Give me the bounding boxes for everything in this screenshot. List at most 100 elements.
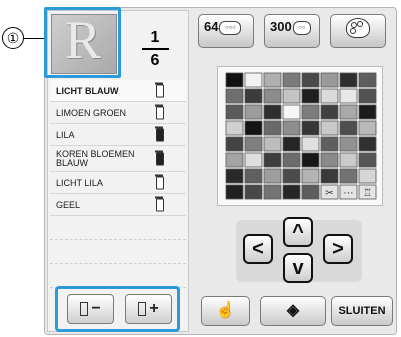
color-cell[interactable] <box>263 168 282 184</box>
color-cell[interactable] <box>282 168 301 184</box>
color-cell[interactable] <box>320 88 339 104</box>
color-cell[interactable] <box>358 168 377 184</box>
color-cell[interactable] <box>225 88 244 104</box>
color-cell[interactable] <box>244 184 263 200</box>
arrow-down-button[interactable]: v <box>283 253 313 283</box>
page-total: 6 <box>150 52 160 69</box>
color-cell[interactable] <box>282 72 301 88</box>
spool-icon <box>80 301 89 316</box>
palette-64-button[interactable]: 64 ○○○ <box>198 14 254 48</box>
list-item[interactable]: LICHT BLAUW <box>50 80 186 102</box>
spool-plus-button[interactable]: + <box>125 294 172 324</box>
thread-name: LIMOEN GROEN <box>56 107 127 118</box>
close-button[interactable]: SLUITEN <box>331 296 393 326</box>
spool-row-icon: ○○ <box>292 20 311 35</box>
color-cell[interactable] <box>282 184 301 200</box>
custom-palette-button[interactable] <box>330 14 386 48</box>
color-cell[interactable] <box>339 88 358 104</box>
diamond-button[interactable]: ◈ <box>260 296 326 326</box>
color-cell[interactable] <box>301 168 320 184</box>
spool-icon <box>155 104 164 119</box>
color-cell[interactable] <box>320 152 339 168</box>
tie-icon: ♖ <box>363 188 372 199</box>
color-cell[interactable] <box>225 120 244 136</box>
color-cell[interactable] <box>301 184 320 200</box>
color-cell[interactable] <box>282 104 301 120</box>
color-cell[interactable] <box>263 184 282 200</box>
color-cell[interactable] <box>358 136 377 152</box>
color-cell[interactable] <box>320 168 339 184</box>
color-cell[interactable] <box>301 88 320 104</box>
color-cell[interactable] <box>282 152 301 168</box>
color-cell[interactable] <box>244 136 263 152</box>
arrow-left-button[interactable]: < <box>243 234 273 264</box>
thread-name: LICHT LILA <box>56 177 103 188</box>
color-cell[interactable] <box>358 120 377 136</box>
color-cell[interactable] <box>320 104 339 120</box>
color-cell[interactable] <box>244 152 263 168</box>
spool-icon <box>155 196 164 211</box>
color-cell[interactable] <box>263 72 282 88</box>
color-cell[interactable] <box>339 168 358 184</box>
palette-300-button[interactable]: 300 ○○ <box>264 14 320 48</box>
thread-name: GEEL <box>56 199 81 210</box>
color-cell[interactable] <box>358 152 377 168</box>
color-cell[interactable] <box>320 120 339 136</box>
color-cell[interactable] <box>263 136 282 152</box>
diamond-icon: ◈ <box>286 302 300 319</box>
color-cell[interactable] <box>244 72 263 88</box>
color-cell[interactable] <box>339 104 358 120</box>
list-item[interactable]: LIMOEN GROEN <box>50 102 186 124</box>
color-cell[interactable] <box>358 72 377 88</box>
color-cell[interactable] <box>339 120 358 136</box>
list-item[interactable]: LILA <box>50 124 186 146</box>
color-cell[interactable] <box>225 72 244 88</box>
color-cell[interactable] <box>244 88 263 104</box>
color-cell[interactable] <box>263 120 282 136</box>
list-item-empty <box>50 216 186 240</box>
color-cell[interactable] <box>225 152 244 168</box>
color-cell[interactable] <box>225 184 244 200</box>
color-cell[interactable] <box>301 136 320 152</box>
spool-icon <box>155 82 164 97</box>
color-cell[interactable] <box>320 136 339 152</box>
color-cell[interactable] <box>282 120 301 136</box>
color-cell[interactable] <box>263 88 282 104</box>
thread-name: LILA <box>56 129 75 140</box>
thread-list: LICHT BLAUW LIMOEN GROEN LILA KOREN BLOE… <box>50 80 186 288</box>
color-cell[interactable] <box>263 152 282 168</box>
color-cell[interactable] <box>339 136 358 152</box>
spool-minus-button[interactable]: − <box>67 294 114 324</box>
list-item[interactable]: GEEL <box>50 194 186 216</box>
color-cell[interactable] <box>225 136 244 152</box>
color-cell[interactable] <box>282 88 301 104</box>
list-item-empty <box>50 240 186 264</box>
spool-icon <box>155 174 164 189</box>
spool-row-icon: ○○○ <box>219 20 242 35</box>
color-cell[interactable] <box>263 104 282 120</box>
thread-name: KOREN BLOEMEN BLAUW <box>56 148 135 168</box>
color-cell[interactable] <box>320 72 339 88</box>
color-cell[interactable] <box>225 104 244 120</box>
arrow-up-button[interactable]: ^ <box>283 217 313 247</box>
color-cell[interactable] <box>244 120 263 136</box>
color-cell[interactable] <box>301 120 320 136</box>
color-cell[interactable] <box>301 72 320 88</box>
hand-button[interactable]: ☝ <box>201 296 250 326</box>
color-cell[interactable] <box>225 168 244 184</box>
scissors-icon: ✂ <box>325 188 333 199</box>
list-item[interactable]: KOREN BLOEMEN BLAUW <box>50 146 186 172</box>
color-cell[interactable] <box>244 104 263 120</box>
color-cell[interactable] <box>358 104 377 120</box>
color-cell[interactable] <box>339 72 358 88</box>
color-cell[interactable] <box>301 104 320 120</box>
color-cell[interactable] <box>244 168 263 184</box>
color-cell[interactable] <box>282 136 301 152</box>
color-cell[interactable] <box>339 152 358 168</box>
color-cell[interactable] <box>301 152 320 168</box>
dashes-icon: ⋯ <box>344 188 354 199</box>
color-cell[interactable] <box>358 88 377 104</box>
color-grid: ✂ ⋯ ♖ <box>217 66 383 206</box>
list-item[interactable]: LICHT LILA <box>50 172 186 194</box>
arrow-right-button[interactable]: > <box>323 234 353 264</box>
